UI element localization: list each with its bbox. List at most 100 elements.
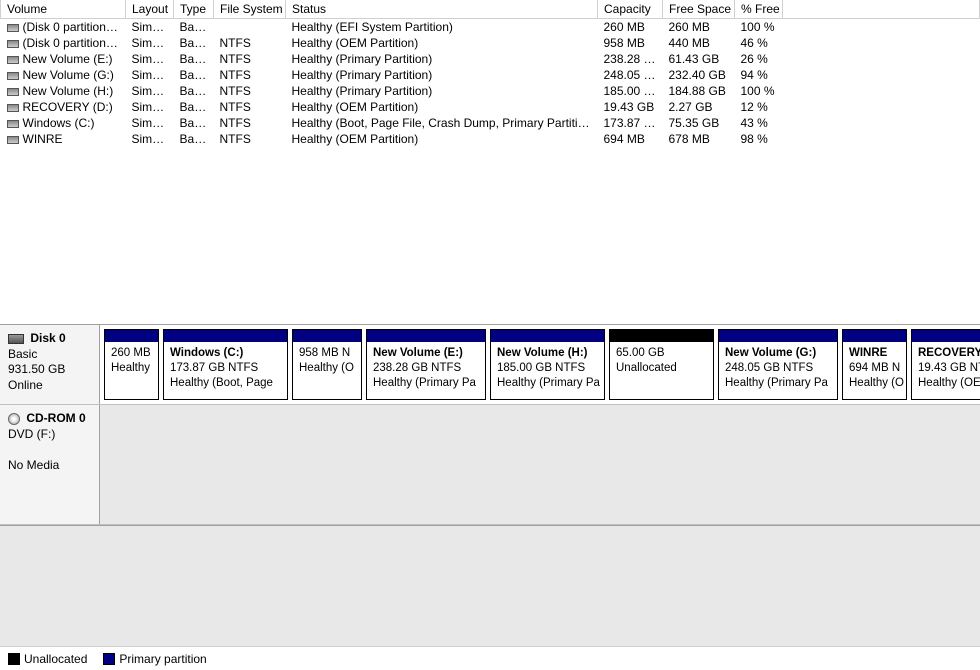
volume-pct: 100 % xyxy=(735,83,783,99)
disk-size: 931.50 GB xyxy=(8,362,65,376)
col-filesystem[interactable]: File System xyxy=(214,0,286,19)
volume-cap: 958 MB xyxy=(598,35,663,51)
swatch-primary-icon xyxy=(103,653,115,665)
partition-size: 694 MB N xyxy=(849,362,900,374)
partition-box[interactable]: New Volume (H:)185.00 GB NTFSHealthy (Pr… xyxy=(490,329,605,400)
cdrom-content xyxy=(100,405,980,524)
partition-name: RECOVERY (D:) xyxy=(918,346,980,361)
partition-size: 19.43 GB NTFS xyxy=(918,362,980,374)
partition-size: 185.00 GB NTFS xyxy=(497,362,585,374)
volume-free: 184.88 GB xyxy=(663,83,735,99)
volume-layout: Simple xyxy=(126,35,174,51)
partition-body: New Volume (G:)248.05 GB NTFSHealthy (Pr… xyxy=(719,342,837,399)
cdrom-label[interactable]: CD-ROM 0 DVD (F:) No Media xyxy=(0,405,100,524)
volume-pct: 43 % xyxy=(735,115,783,131)
volume-status: Healthy (Boot, Page File, Crash Dump, Pr… xyxy=(286,115,598,131)
volume-fs: NTFS xyxy=(214,67,286,83)
cdrom-icon xyxy=(8,413,20,425)
partition-body: New Volume (E:)238.28 GB NTFSHealthy (Pr… xyxy=(367,342,485,399)
partition-size: 173.87 GB NTFS xyxy=(170,362,258,374)
col-capacity[interactable]: Capacity xyxy=(598,0,663,19)
table-row[interactable]: WINRESimpleBasicNTFSHealthy (OEM Partiti… xyxy=(1,131,980,147)
partition-status: Healthy (OEM P xyxy=(918,377,980,389)
partition-status: Healthy (O xyxy=(849,377,904,389)
partition-status: Healthy (O xyxy=(299,362,354,374)
col-free-space[interactable]: Free Space xyxy=(663,0,735,19)
partition-size: 248.05 GB NTFS xyxy=(725,362,813,374)
cdrom-sub: DVD (F:) xyxy=(8,427,55,441)
volume-free: 2.27 GB xyxy=(663,99,735,115)
volume-fs: NTFS xyxy=(214,35,286,51)
legend-unallocated-label: Unallocated xyxy=(24,652,87,666)
partition-name: New Volume (E:) xyxy=(373,346,479,361)
disk-graphic-pane: Disk 0 Basic 931.50 GB Online 260 MB Heal… xyxy=(0,325,980,526)
column-header-row[interactable]: Volume Layout Type File System Status Ca… xyxy=(1,0,980,19)
volume-free: 678 MB xyxy=(663,131,735,147)
partition-box[interactable]: New Volume (G:)248.05 GB NTFSHealthy (Pr… xyxy=(718,329,838,400)
partition-body: Windows (C:)173.87 GB NTFSHealthy (Boot,… xyxy=(164,342,287,399)
legend: Unallocated Primary partition xyxy=(0,646,980,670)
table-row[interactable]: RECOVERY (D:)SimpleBasicNTFSHealthy (OEM… xyxy=(1,99,980,115)
partition-status: Healthy xyxy=(111,362,150,374)
volume-name: RECOVERY (D:) xyxy=(23,100,113,114)
volume-layout: Simple xyxy=(126,19,174,36)
disk-title: Disk 0 xyxy=(30,331,65,345)
partition-status: Unallocated xyxy=(616,362,677,374)
volume-pct: 100 % xyxy=(735,19,783,36)
partition-box[interactable]: 65.00 GBUnallocated xyxy=(609,329,714,400)
cdrom-row: CD-ROM 0 DVD (F:) No Media xyxy=(0,405,980,525)
volume-type: Basic xyxy=(174,19,214,36)
col-type[interactable]: Type xyxy=(174,0,214,19)
partition-box[interactable]: 958 MB N Healthy (O xyxy=(292,329,362,400)
volume-name: Windows (C:) xyxy=(23,116,95,130)
partition-status: Healthy (Primary Pa xyxy=(373,377,476,389)
volume-type: Basic xyxy=(174,131,214,147)
disk-0-label[interactable]: Disk 0 Basic 931.50 GB Online xyxy=(0,325,100,404)
volume-free: 440 MB xyxy=(663,35,735,51)
table-row[interactable]: Windows (C:)SimpleBasicNTFSHealthy (Boot… xyxy=(1,115,980,131)
col-pct-free[interactable]: % Free xyxy=(735,0,783,19)
col-volume[interactable]: Volume xyxy=(1,0,126,19)
volume-cap: 19.43 GB xyxy=(598,99,663,115)
volume-type: Basic xyxy=(174,115,214,131)
volume-table[interactable]: Volume Layout Type File System Status Ca… xyxy=(0,0,980,147)
volume-type: Basic xyxy=(174,51,214,67)
volume-layout: Simple xyxy=(126,131,174,147)
partition-box[interactable]: Windows (C:)173.87 GB NTFSHealthy (Boot,… xyxy=(163,329,288,400)
table-row[interactable]: New Volume (E:)SimpleBasicNTFSHealthy (P… xyxy=(1,51,980,67)
table-row[interactable]: (Disk 0 partition 4)SimpleBasicNTFSHealt… xyxy=(1,35,980,51)
partition-box[interactable]: New Volume (E:)238.28 GB NTFSHealthy (Pr… xyxy=(366,329,486,400)
col-spacer xyxy=(783,0,980,19)
partition-box[interactable]: RECOVERY (D:)19.43 GB NTFS Healthy (OEM P xyxy=(911,329,980,400)
table-row[interactable]: New Volume (G:)SimpleBasicNTFSHealthy (P… xyxy=(1,67,980,83)
partition-status: Healthy (Boot, Page xyxy=(170,377,273,389)
col-layout[interactable]: Layout xyxy=(126,0,174,19)
volume-layout: Simple xyxy=(126,115,174,131)
partition-header xyxy=(293,330,361,342)
partition-box[interactable]: 260 MB Healthy xyxy=(104,329,159,400)
volume-cap: 248.05 GB xyxy=(598,67,663,83)
legend-primary: Primary partition xyxy=(103,652,206,666)
volume-status: Healthy (Primary Partition) xyxy=(286,83,598,99)
volume-icon xyxy=(7,56,19,64)
partition-size: 260 MB xyxy=(111,347,151,359)
partition-header xyxy=(491,330,604,342)
table-row[interactable]: (Disk 0 partition 1)SimpleBasicHealthy (… xyxy=(1,19,980,36)
volume-icon xyxy=(7,72,19,80)
partition-status: Healthy (Primary Pa xyxy=(497,377,600,389)
partition-header xyxy=(367,330,485,342)
col-status[interactable]: Status xyxy=(286,0,598,19)
volume-icon xyxy=(7,120,19,128)
table-row[interactable]: New Volume (H:)SimpleBasicNTFSHealthy (P… xyxy=(1,83,980,99)
volume-icon xyxy=(7,88,19,96)
volume-layout: Simple xyxy=(126,67,174,83)
partition-box[interactable]: WINRE694 MB N Healthy (O xyxy=(842,329,907,400)
partition-body: 958 MB N Healthy (O xyxy=(293,342,361,399)
partition-size: 958 MB N xyxy=(299,347,350,359)
legend-unallocated: Unallocated xyxy=(8,652,87,666)
partition-body: New Volume (H:)185.00 GB NTFSHealthy (Pr… xyxy=(491,342,604,399)
volume-layout: Simple xyxy=(126,83,174,99)
partition-name: WINRE xyxy=(849,346,900,361)
volume-pct: 98 % xyxy=(735,131,783,147)
volume-list-pane: Volume Layout Type File System Status Ca… xyxy=(0,0,980,325)
